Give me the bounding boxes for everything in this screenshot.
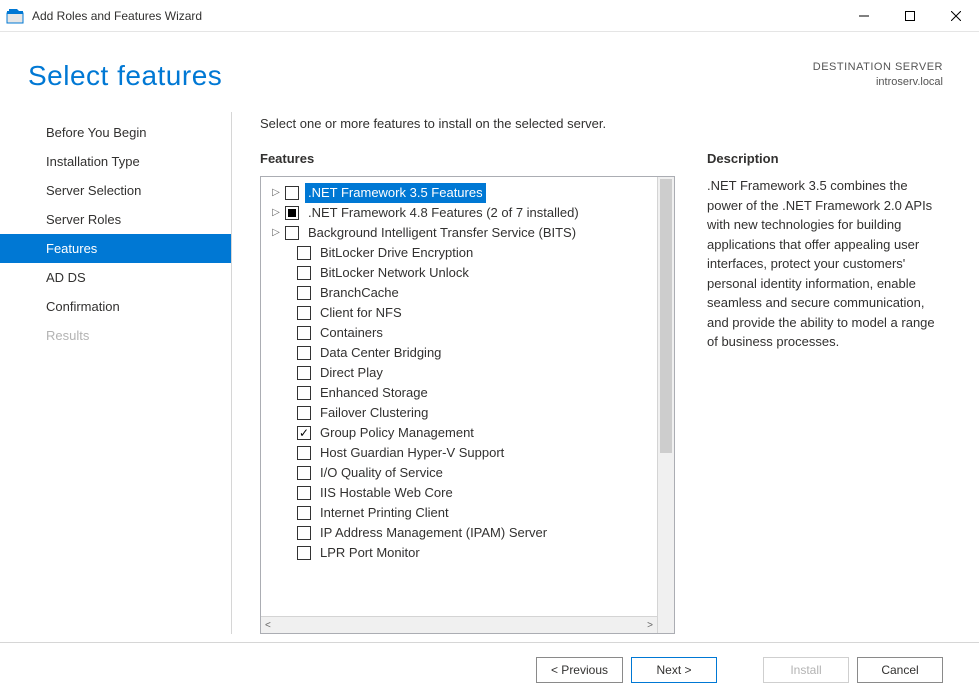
nav-item-features[interactable]: Features — [0, 234, 231, 263]
close-button[interactable] — [933, 0, 979, 32]
feature-row[interactable]: ▷Enhanced Storage — [267, 383, 653, 403]
feature-checkbox[interactable] — [297, 546, 311, 560]
feature-row[interactable]: ▷LPR Port Monitor — [267, 543, 653, 563]
features-tree-container: ▷ .NET Framework 3.5 Features ▷ .NET Framew… — [260, 176, 675, 634]
feature-checkbox[interactable] — [297, 506, 311, 520]
horizontal-scrollbar[interactable]: <> — [261, 616, 657, 633]
nav-item-ad-ds[interactable]: AD DS — [0, 263, 231, 292]
feature-row[interactable]: ▷BitLocker Drive Encryption — [267, 243, 653, 263]
wizard-nav: Before You BeginInstallation TypeServer … — [0, 112, 232, 634]
wizard-body: Before You BeginInstallation TypeServer … — [0, 102, 979, 642]
feature-label[interactable]: Internet Printing Client — [317, 503, 452, 523]
feature-label[interactable]: Direct Play — [317, 363, 386, 383]
main-panel: Select one or more features to install o… — [232, 112, 943, 634]
maximize-button[interactable] — [887, 0, 933, 32]
feature-label[interactable]: Group Policy Management — [317, 423, 477, 443]
feature-row[interactable]: ▷Containers — [267, 323, 653, 343]
feature-checkbox[interactable] — [297, 466, 311, 480]
feature-label[interactable]: I/O Quality of Service — [317, 463, 446, 483]
feature-checkbox[interactable] — [297, 426, 311, 440]
feature-label[interactable]: Background Intelligent Transfer Service … — [305, 223, 579, 243]
instruction-text: Select one or more features to install o… — [260, 116, 943, 131]
minimize-button[interactable] — [841, 0, 887, 32]
feature-checkbox[interactable] — [297, 526, 311, 540]
destination-value: introserv.local — [813, 75, 943, 90]
feature-checkbox[interactable] — [297, 266, 311, 280]
feature-checkbox[interactable] — [297, 286, 311, 300]
feature-checkbox[interactable] — [297, 346, 311, 360]
feature-checkbox[interactable] — [297, 326, 311, 340]
feature-checkbox[interactable] — [297, 306, 311, 320]
feature-checkbox[interactable] — [285, 186, 299, 200]
description-column: Description .NET Framework 3.5 combines … — [707, 151, 943, 634]
feature-row[interactable]: ▷Internet Printing Client — [267, 503, 653, 523]
feature-label[interactable]: Client for NFS — [317, 303, 405, 323]
feature-label[interactable]: LPR Port Monitor — [317, 543, 423, 563]
previous-button[interactable]: < Previous — [536, 657, 623, 683]
features-tree[interactable]: ▷ .NET Framework 3.5 Features ▷ .NET Framew… — [261, 177, 657, 616]
feature-checkbox[interactable] — [297, 366, 311, 380]
expander-icon[interactable]: ▷ — [269, 203, 283, 223]
feature-checkbox[interactable] — [285, 206, 299, 220]
expander-icon[interactable]: ▷ — [269, 183, 283, 203]
feature-label[interactable]: .NET Framework 3.5 Features — [305, 183, 486, 203]
page-title: Select features — [28, 60, 222, 92]
feature-row[interactable]: ▷IIS Hostable Web Core — [267, 483, 653, 503]
nav-item-installation-type[interactable]: Installation Type — [0, 147, 231, 176]
feature-checkbox[interactable] — [297, 406, 311, 420]
feature-label[interactable]: IIS Hostable Web Core — [317, 483, 456, 503]
vertical-scrollbar[interactable] — [657, 177, 674, 633]
install-button[interactable]: Install — [763, 657, 849, 683]
description-heading: Description — [707, 151, 943, 166]
page-header: Select features DESTINATION SERVER intro… — [0, 32, 979, 102]
feature-label[interactable]: Data Center Bridging — [317, 343, 444, 363]
feature-label[interactable]: Host Guardian Hyper-V Support — [317, 443, 507, 463]
description-text: .NET Framework 3.5 combines the power of… — [707, 176, 943, 352]
feature-row[interactable]: ▷Data Center Bridging — [267, 343, 653, 363]
feature-row[interactable]: ▷ .NET Framework 3.5 Features — [267, 183, 653, 203]
nav-item-server-selection[interactable]: Server Selection — [0, 176, 231, 205]
nav-item-confirmation[interactable]: Confirmation — [0, 292, 231, 321]
nav-item-server-roles[interactable]: Server Roles — [0, 205, 231, 234]
destination-server: DESTINATION SERVER introserv.local — [813, 60, 943, 91]
feature-checkbox[interactable] — [297, 386, 311, 400]
window-title: Add Roles and Features Wizard — [32, 9, 202, 23]
feature-label[interactable]: Failover Clustering — [317, 403, 431, 423]
feature-row[interactable]: ▷IP Address Management (IPAM) Server — [267, 523, 653, 543]
app-icon — [6, 7, 24, 25]
expander-icon[interactable]: ▷ — [269, 223, 283, 243]
feature-checkbox[interactable] — [297, 246, 311, 260]
cancel-button[interactable]: Cancel — [857, 657, 943, 683]
feature-row[interactable]: ▷Group Policy Management — [267, 423, 653, 443]
next-button[interactable]: Next > — [631, 657, 717, 683]
destination-label: DESTINATION SERVER — [813, 60, 943, 75]
feature-label[interactable]: IP Address Management (IPAM) Server — [317, 523, 550, 543]
features-column: Features ▷ .NET Framework 3.5 Features ▷ .N… — [260, 151, 675, 634]
feature-row[interactable]: ▷BranchCache — [267, 283, 653, 303]
feature-row[interactable]: ▷Client for NFS — [267, 303, 653, 323]
nav-item-results: Results — [0, 321, 231, 350]
feature-row[interactable]: ▷BitLocker Network Unlock — [267, 263, 653, 283]
feature-row[interactable]: ▷ Background Intelligent Transfer Service… — [267, 223, 653, 243]
titlebar: Add Roles and Features Wizard — [0, 0, 979, 32]
feature-label[interactable]: Enhanced Storage — [317, 383, 431, 403]
feature-row[interactable]: ▷Direct Play — [267, 363, 653, 383]
wizard-footer: < Previous Next > Install Cancel — [0, 642, 979, 697]
feature-row[interactable]: ▷Failover Clustering — [267, 403, 653, 423]
feature-label[interactable]: BranchCache — [317, 283, 402, 303]
nav-item-before-you-begin[interactable]: Before You Begin — [0, 118, 231, 147]
feature-checkbox[interactable] — [297, 446, 311, 460]
feature-label[interactable]: Containers — [317, 323, 386, 343]
feature-row[interactable]: ▷I/O Quality of Service — [267, 463, 653, 483]
feature-label[interactable]: BitLocker Drive Encryption — [317, 243, 476, 263]
feature-row[interactable]: ▷ .NET Framework 4.8 Features (2 of 7 ins… — [267, 203, 653, 223]
feature-checkbox[interactable] — [285, 226, 299, 240]
window-buttons — [841, 0, 979, 32]
feature-label[interactable]: .NET Framework 4.8 Features (2 of 7 inst… — [305, 203, 582, 223]
feature-checkbox[interactable] — [297, 486, 311, 500]
feature-label[interactable]: BitLocker Network Unlock — [317, 263, 472, 283]
features-heading: Features — [260, 151, 675, 166]
feature-row[interactable]: ▷Host Guardian Hyper-V Support — [267, 443, 653, 463]
